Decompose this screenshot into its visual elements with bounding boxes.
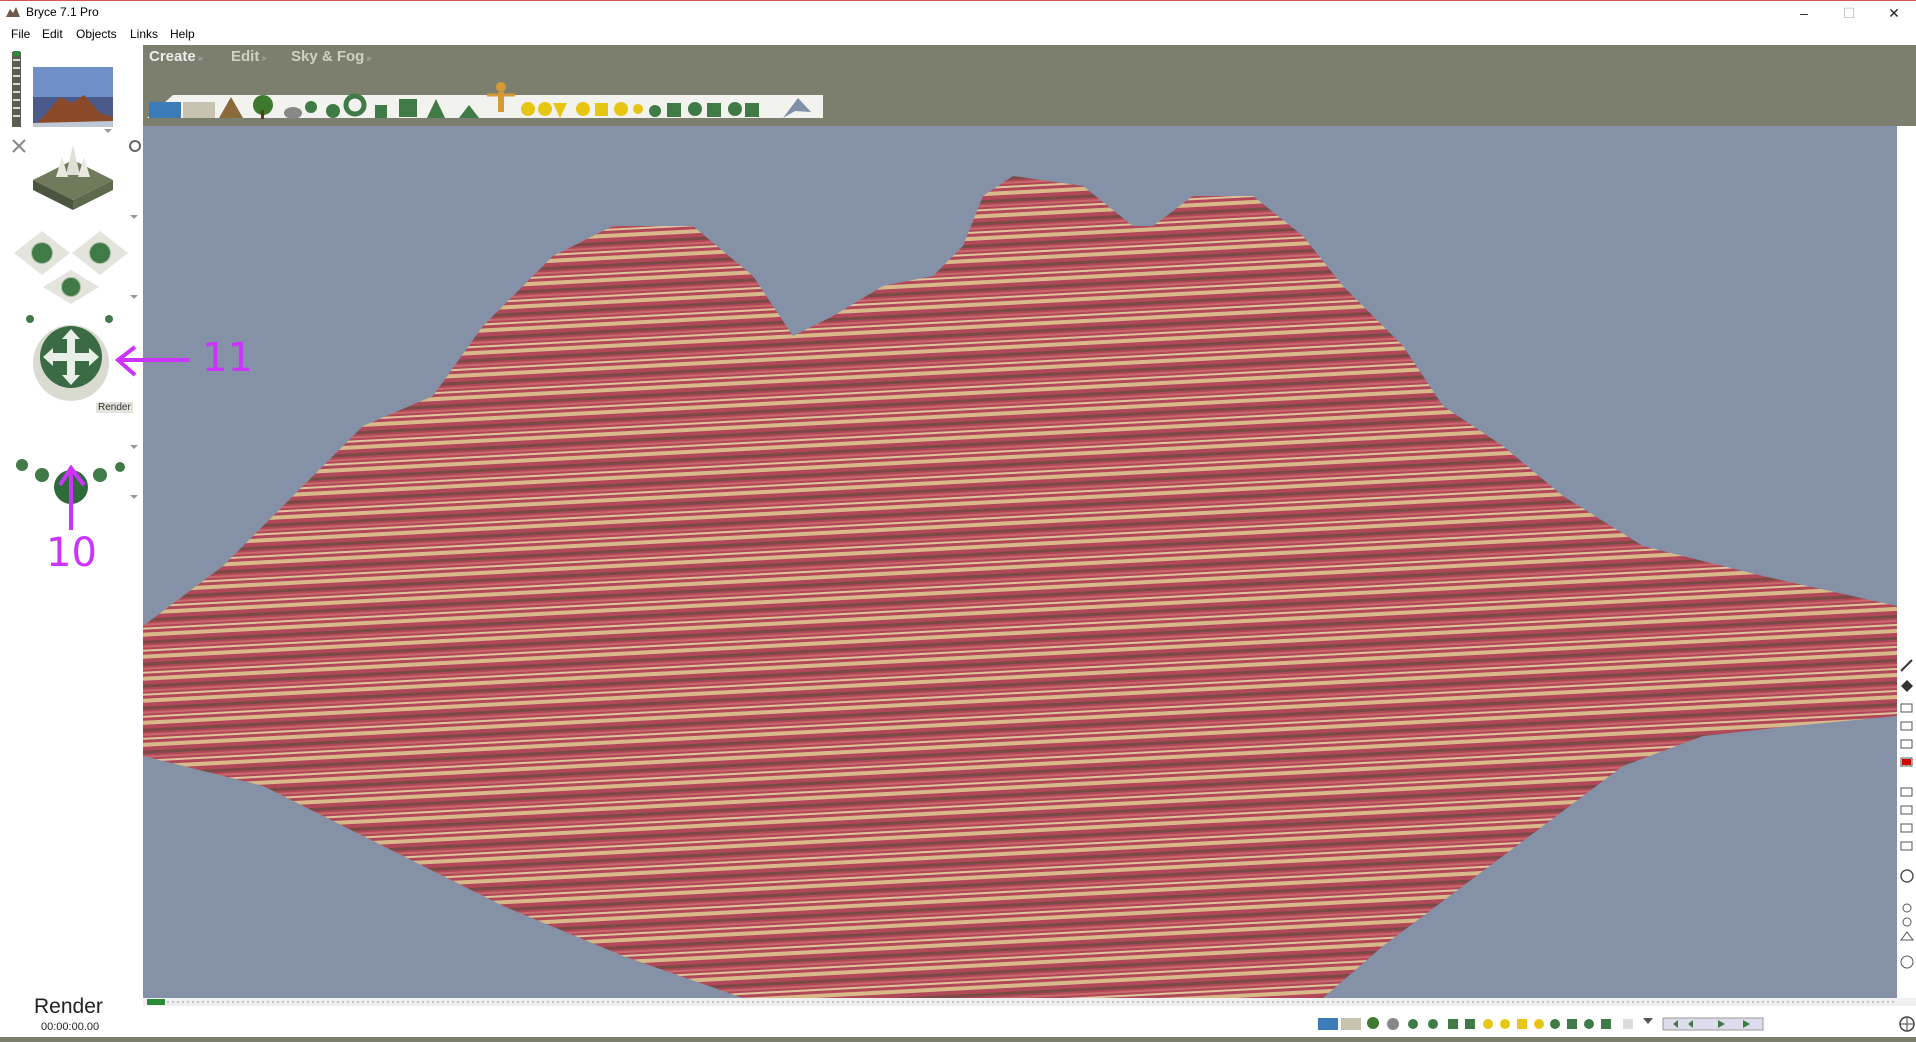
create-palette: Create ▸ Edit ▸ Sky & Fog ▸ (143, 45, 1916, 125)
window-title: Bryce 7.1 Pro (26, 5, 99, 19)
annotation-label-10: 10 (46, 530, 97, 576)
annotation-label-11: 11 (202, 335, 253, 381)
bryce-app-icon (6, 7, 20, 17)
right-tools-graphics[interactable] (1897, 126, 1916, 1037)
scene-viewport[interactable] (143, 126, 1897, 998)
menu-file[interactable]: File (11, 27, 30, 41)
title-bar: Bryce 7.1 Pro – ☐ ✕ (0, 0, 1916, 24)
close-button[interactable]: ✕ (1874, 3, 1914, 23)
menu-edit[interactable]: Edit (42, 27, 63, 41)
tab-create[interactable]: Create ▸ (149, 48, 203, 65)
tab-sky-fog[interactable]: Sky & Fog ▸ (291, 48, 372, 65)
menu-objects[interactable]: Objects (76, 27, 117, 41)
terrain-render (143, 176, 1897, 998)
menu-bar: File Edit Objects Links Help (0, 24, 1916, 45)
menu-links[interactable]: Links (130, 27, 158, 41)
minimize-button[interactable]: – (1784, 3, 1824, 23)
maximize-button[interactable]: ☐ (1829, 3, 1869, 23)
menu-help[interactable]: Help (170, 27, 195, 41)
timeline-graphics[interactable] (143, 998, 1916, 1037)
tab-edit[interactable]: Edit ▸ (231, 48, 267, 65)
create-tools-bar[interactable] (143, 65, 843, 125)
right-toolbar (1897, 126, 1916, 1037)
animation-timeline (143, 998, 1916, 1037)
